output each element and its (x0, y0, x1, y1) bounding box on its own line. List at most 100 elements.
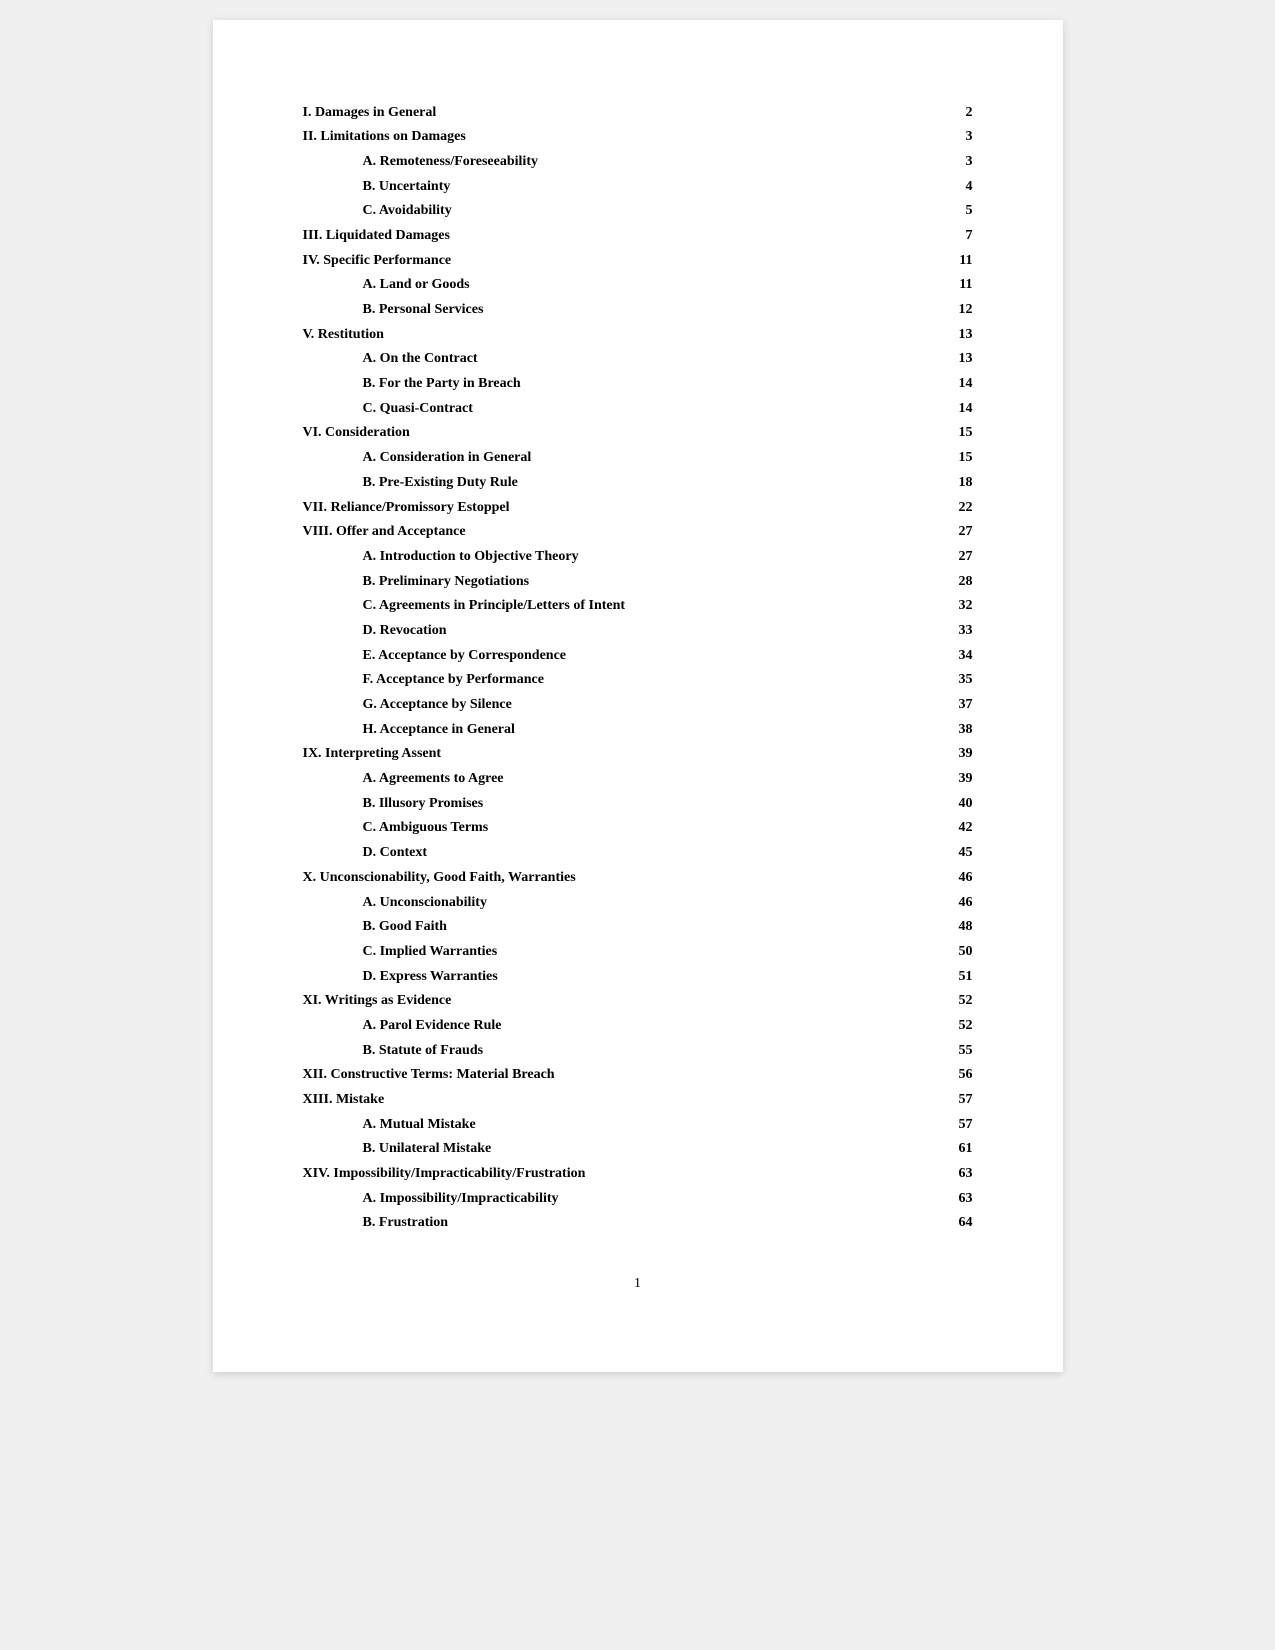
toc-entry-page: 11 (872, 273, 973, 298)
toc-entry-label: E. Acceptance by Correspondence (303, 643, 873, 668)
toc-entry-page: 33 (872, 618, 973, 643)
toc-row: VII. Reliance/Promissory Estoppel22 (303, 495, 973, 520)
toc-row: XI. Writings as Evidence52 (303, 989, 973, 1014)
toc-entry-label: XIV. Impossibility/Impracticability/Frus… (303, 1162, 873, 1187)
toc-row: B. Pre-Existing Duty Rule18 (303, 470, 973, 495)
toc-row: IV. Specific Performance11 (303, 248, 973, 273)
toc-entry-label: B. Preliminary Negotiations (303, 569, 873, 594)
toc-row: B. Statute of Frauds55 (303, 1038, 973, 1063)
toc-entry-label: III. Liquidated Damages (303, 223, 873, 248)
toc-entry-page: 52 (872, 1013, 973, 1038)
toc-row: A. Impossibility/Impracticability63 (303, 1186, 973, 1211)
toc-entry-label: VIII. Offer and Acceptance (303, 520, 873, 545)
toc-entry-label: V. Restitution (303, 322, 873, 347)
toc-entry-page: 63 (872, 1186, 973, 1211)
toc-row: H. Acceptance in General38 (303, 717, 973, 742)
toc-entry-page: 27 (872, 544, 973, 569)
toc-entry-label: A. Remoteness/Foreseeability (303, 149, 873, 174)
toc-entry-label: D. Express Warranties (303, 964, 873, 989)
toc-entry-label: B. Good Faith (303, 915, 873, 940)
toc-entry-page: 14 (872, 396, 973, 421)
toc-entry-page: 57 (872, 1088, 973, 1113)
toc-entry-page: 3 (872, 149, 973, 174)
toc-row: XIII. Mistake57 (303, 1088, 973, 1113)
toc-row: A. Introduction to Objective Theory27 (303, 544, 973, 569)
toc-entry-page: 45 (872, 841, 973, 866)
toc-row: A. Land or Goods11 (303, 273, 973, 298)
toc-row: II. Limitations on Damages3 (303, 125, 973, 150)
toc-entry-page: 15 (872, 446, 973, 471)
toc-entry-page: 52 (872, 989, 973, 1014)
toc-entry-page: 32 (872, 594, 973, 619)
toc-row: F. Acceptance by Performance35 (303, 668, 973, 693)
toc-row: A. Unconscionability46 (303, 890, 973, 915)
toc-entry-label: X. Unconscionability, Good Faith, Warran… (303, 865, 873, 890)
toc-row: A. Agreements to Agree39 (303, 767, 973, 792)
toc-entry-page: 28 (872, 569, 973, 594)
toc-entry-label: A. Land or Goods (303, 273, 873, 298)
toc-entry-page: 2 (872, 100, 973, 125)
toc-entry-page: 14 (872, 372, 973, 397)
toc-entry-label: VII. Reliance/Promissory Estoppel (303, 495, 873, 520)
toc-entry-label: A. Introduction to Objective Theory (303, 544, 873, 569)
toc-row: C. Quasi-Contract14 (303, 396, 973, 421)
toc-entry-label: A. On the Contract (303, 347, 873, 372)
toc-entry-page: 4 (872, 174, 973, 199)
toc-entry-label: A. Mutual Mistake (303, 1112, 873, 1137)
toc-entry-label: B. Illusory Promises (303, 791, 873, 816)
toc-entry-label: C. Quasi-Contract (303, 396, 873, 421)
toc-entry-label: A. Consideration in General (303, 446, 873, 471)
toc-entry-label: XIII. Mistake (303, 1088, 873, 1113)
toc-entry-label: VI. Consideration (303, 421, 873, 446)
toc-entry-page: 7 (872, 223, 973, 248)
toc-entry-label: G. Acceptance by Silence (303, 693, 873, 718)
toc-entry-page: 3 (872, 125, 973, 150)
toc-entry-page: 34 (872, 643, 973, 668)
toc-row: XII. Constructive Terms: Material Breach… (303, 1063, 973, 1088)
toc-entry-page: 42 (872, 816, 973, 841)
toc-row: B. Good Faith48 (303, 915, 973, 940)
toc-row: A. Remoteness/Foreseeability3 (303, 149, 973, 174)
toc-entry-label: D. Revocation (303, 618, 873, 643)
toc-row: C. Avoidability5 (303, 199, 973, 224)
toc-entry-label: B. For the Party in Breach (303, 372, 873, 397)
toc-entry-label: B. Pre-Existing Duty Rule (303, 470, 873, 495)
toc-entry-label: I. Damages in General (303, 100, 873, 125)
toc-entry-page: 13 (872, 347, 973, 372)
toc-entry-label: H. Acceptance in General (303, 717, 873, 742)
toc-row: A. Mutual Mistake57 (303, 1112, 973, 1137)
toc-row: VIII. Offer and Acceptance27 (303, 520, 973, 545)
toc-entry-label: B. Unilateral Mistake (303, 1137, 873, 1162)
toc-entry-page: 56 (872, 1063, 973, 1088)
toc-entry-page: 51 (872, 964, 973, 989)
toc-entry-page: 11 (872, 248, 973, 273)
toc-row: X. Unconscionability, Good Faith, Warran… (303, 865, 973, 890)
page: I. Damages in General2II. Limitations on… (213, 20, 1063, 1372)
toc-entry-page: 35 (872, 668, 973, 693)
toc-row: D. Revocation33 (303, 618, 973, 643)
toc-entry-label: B. Uncertainty (303, 174, 873, 199)
toc-entry-page: 61 (872, 1137, 973, 1162)
toc-entry-page: 48 (872, 915, 973, 940)
toc-row: A. Parol Evidence Rule52 (303, 1013, 973, 1038)
page-number: 1 (303, 1276, 973, 1292)
toc-row: B. Unilateral Mistake61 (303, 1137, 973, 1162)
toc-row: XIV. Impossibility/Impracticability/Frus… (303, 1162, 973, 1187)
toc-entry-page: 63 (872, 1162, 973, 1187)
toc-entry-label: B. Personal Services (303, 298, 873, 323)
toc-row: B. For the Party in Breach14 (303, 372, 973, 397)
toc-entry-label: C. Implied Warranties (303, 939, 873, 964)
toc-entry-label: IX. Interpreting Assent (303, 742, 873, 767)
toc-row: G. Acceptance by Silence37 (303, 693, 973, 718)
toc-row: B. Frustration64 (303, 1211, 973, 1236)
toc-entry-page: 46 (872, 865, 973, 890)
toc-row: D. Express Warranties51 (303, 964, 973, 989)
toc-entry-page: 39 (872, 742, 973, 767)
toc-entry-page: 64 (872, 1211, 973, 1236)
toc-row: A. On the Contract13 (303, 347, 973, 372)
toc-entry-page: 27 (872, 520, 973, 545)
toc-row: A. Consideration in General15 (303, 446, 973, 471)
toc-entry-page: 55 (872, 1038, 973, 1063)
toc-entry-label: A. Parol Evidence Rule (303, 1013, 873, 1038)
toc-entry-page: 18 (872, 470, 973, 495)
